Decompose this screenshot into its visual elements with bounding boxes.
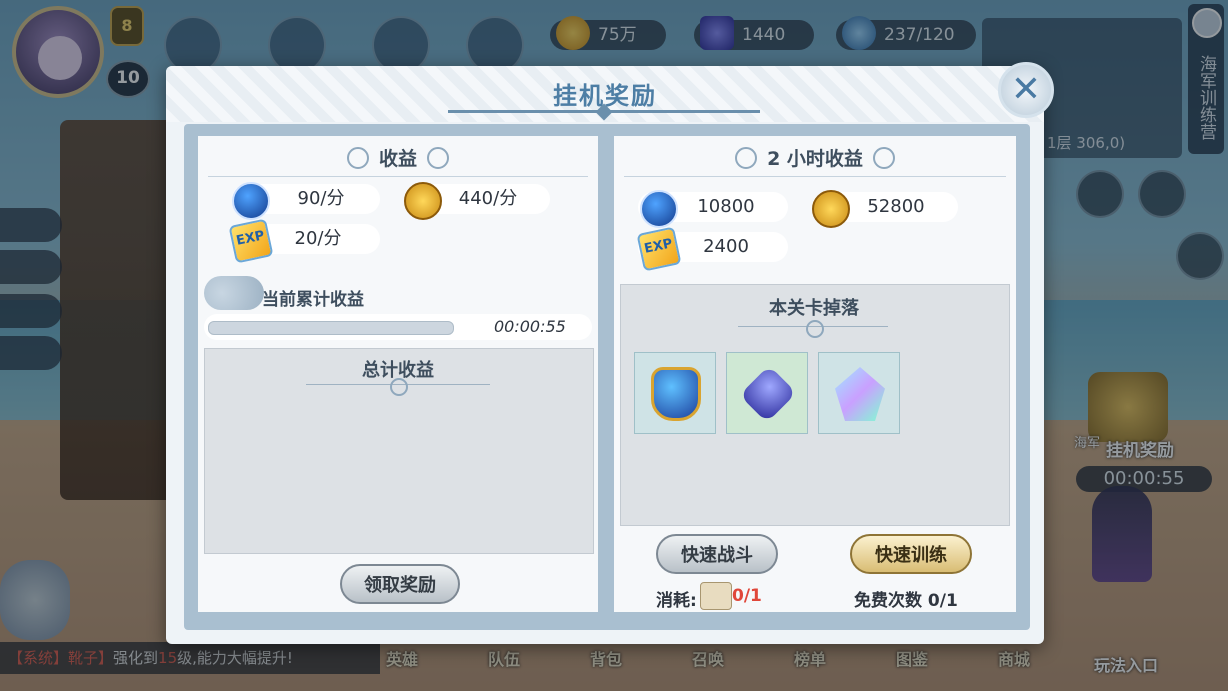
- exp-icon: EXP: [636, 226, 682, 272]
- income-header-label: 收益: [378, 148, 417, 170]
- gold-coin-icon: [404, 182, 442, 220]
- drop-item-3[interactable]: [818, 352, 900, 434]
- accumulation-time: 00:00:55: [494, 317, 566, 336]
- quick-battle-button[interactable]: 快速战斗: [656, 534, 778, 574]
- free-attempts-label: 免费次数 0/1: [854, 591, 958, 611]
- wheel-ornament-icon: [735, 146, 758, 169]
- purple-crystal-icon: [739, 365, 797, 423]
- accumulated-income-label: 当前累计收益: [262, 290, 364, 310]
- close-icon: ✕: [1010, 69, 1042, 110]
- cost-value: 0/1: [732, 586, 762, 606]
- wheel-ornament-icon: [390, 378, 408, 396]
- gold-coin-icon: [812, 190, 850, 228]
- exp-icon: EXP: [228, 218, 274, 264]
- accumulation-progress: 00:00:55: [204, 314, 592, 340]
- cost-label: 消耗:: [656, 591, 697, 611]
- blue-exp-icon: [232, 182, 270, 220]
- drop-item-2[interactable]: [726, 352, 808, 434]
- two-hour-divider: [624, 176, 1006, 177]
- wave-icon: [204, 276, 264, 310]
- income-header: 收益: [198, 144, 598, 171]
- income-divider: [208, 176, 588, 177]
- wheel-ornament-icon: [427, 146, 449, 169]
- close-button[interactable]: ✕: [998, 62, 1054, 118]
- quick-train-button[interactable]: 快速训练: [850, 534, 972, 574]
- blue-feather-gem-icon: [651, 367, 701, 421]
- scroll-ticket-icon: [700, 582, 732, 610]
- progress-track: [208, 321, 454, 335]
- wheel-ornament-icon: [346, 146, 369, 169]
- claim-reward-button[interactable]: 领取奖励: [340, 564, 460, 604]
- two-hour-header: 2 小时收益: [614, 144, 1016, 171]
- stage-drops-title: 本关卡掉落: [769, 298, 859, 319]
- star-crystal-icon: [835, 367, 885, 421]
- wheel-ornament-icon: [872, 146, 895, 169]
- drop-item-1[interactable]: [634, 352, 716, 434]
- wheel-ornament-icon: [806, 320, 824, 338]
- blue-exp-icon: [640, 190, 678, 228]
- two-hour-header-label: 2 小时收益: [767, 148, 863, 170]
